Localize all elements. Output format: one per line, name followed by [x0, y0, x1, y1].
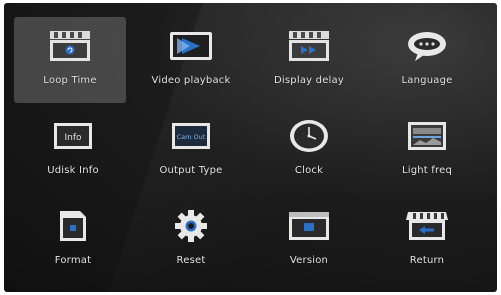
return-store-icon [403, 207, 451, 245]
info-icon: Info [49, 117, 97, 155]
delay-clapperboard-icon [285, 27, 333, 65]
video-play-icon [167, 27, 215, 65]
gear-icon [167, 207, 215, 245]
menu-item-reset[interactable]: Reset [132, 197, 250, 287]
menu-screen: Loop Time Video playback Display delay L… [4, 3, 497, 292]
menu-item-label: Format [54, 255, 92, 266]
menu-item-light-freq[interactable]: Light freq [368, 107, 486, 197]
menu-item-output-type[interactable]: Cam Out Output Type [132, 107, 250, 197]
menu-item-version[interactable]: Version [250, 197, 368, 287]
output-type-icon-text: Cam Out [177, 133, 206, 141]
menu-item-label: Return [409, 255, 445, 266]
version-icon [285, 207, 333, 245]
menu-item-udisk-info[interactable]: Info Udisk Info [14, 107, 132, 197]
output-type-icon: Cam Out [167, 117, 215, 155]
menu-item-label: Language [401, 75, 453, 86]
menu-item-format[interactable]: Format [14, 197, 132, 287]
menu-item-label: Clock [294, 165, 324, 176]
language-bubble-icon [403, 27, 451, 65]
menu-item-display-delay[interactable]: Display delay [250, 17, 368, 107]
menu-item-label: Reset [176, 255, 206, 266]
info-icon-text: Info [64, 133, 82, 143]
menu-item-language[interactable]: Language [368, 17, 486, 107]
menu-item-label: Display delay [274, 75, 344, 86]
menu-grid: Loop Time Video playback Display delay L… [14, 17, 486, 287]
menu-item-label: Udisk Info [47, 165, 99, 176]
menu-item-label: Output Type [159, 165, 223, 176]
light-freq-icon [403, 117, 451, 155]
clapperboard-icon [46, 27, 94, 65]
menu-item-label: Loop Time [43, 75, 97, 86]
menu-item-label: Video playback [151, 75, 231, 86]
sd-card-icon [49, 207, 97, 245]
clock-icon [285, 117, 333, 155]
menu-item-return[interactable]: Return [368, 197, 486, 287]
menu-item-clock[interactable]: Clock [250, 107, 368, 197]
menu-item-loop-time[interactable]: Loop Time [14, 17, 126, 103]
menu-item-label: Version [289, 255, 329, 266]
menu-item-label: Light freq [401, 165, 453, 176]
menu-item-video-playback[interactable]: Video playback [132, 17, 250, 107]
